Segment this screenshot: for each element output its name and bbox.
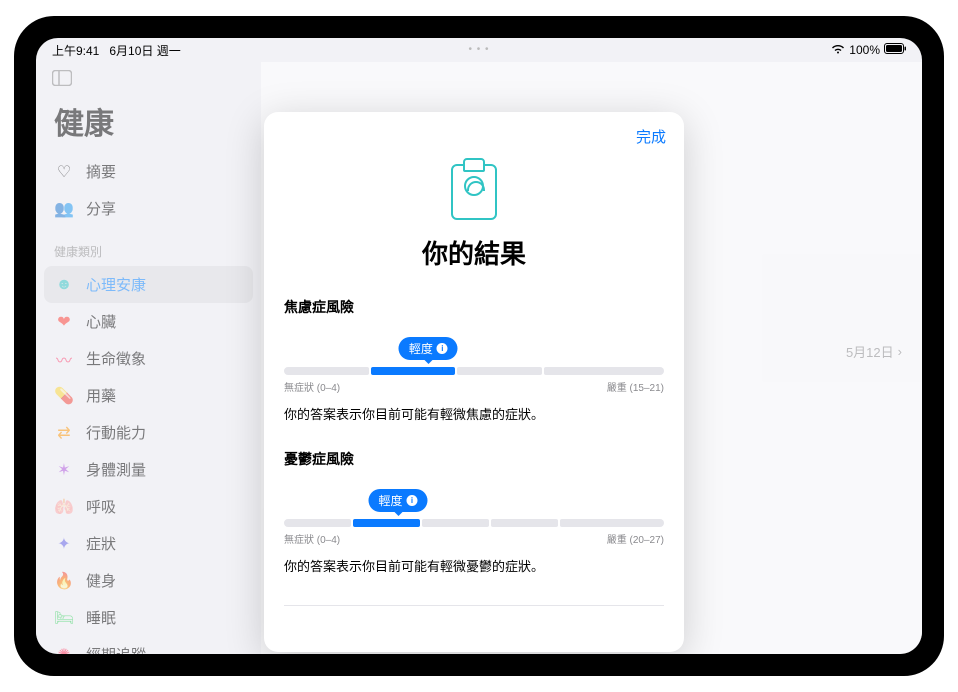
heart-icon: ❤︎ (54, 312, 74, 332)
divider (284, 605, 664, 606)
sidebar-item-sharing[interactable]: 👥 分享 (36, 190, 261, 227)
status-date: 6月10日 週一 (109, 44, 180, 58)
brain-icon: ☻ (54, 275, 74, 295)
depression-scale-labels: 無症狀 (0–4) 嚴重 (20–27) (284, 531, 664, 546)
sidebar-item-summary[interactable]: ♡ 摘要 (36, 153, 261, 190)
status-right: 100% (831, 43, 906, 57)
screen: 上午9:41 6月10日 週一 • • • 100% (36, 38, 922, 654)
depression-seg-modsevere (491, 519, 558, 527)
symptoms-icon: ✦ (54, 534, 74, 554)
sidebar-item-sleep[interactable]: 🛏 睡眠 (36, 599, 261, 636)
sidebar-item-fitness[interactable]: 🔥 健身 (36, 562, 261, 599)
clipboard-brain-icon (451, 164, 497, 220)
people-icon: 👥 (54, 199, 74, 219)
mobility-icon: ⇄ (54, 423, 74, 443)
sidebar-item-cycle[interactable]: ✺ 經期追蹤 (36, 636, 261, 654)
heart-outline-icon: ♡ (54, 162, 74, 182)
sidebar-item-label: 用藥 (86, 385, 116, 406)
sidebar-item-label: 生命徵象 (86, 348, 146, 369)
sidebar-item-body[interactable]: ✶ 身體測量 (36, 451, 261, 488)
sidebar-item-label: 呼吸 (86, 496, 116, 517)
modal-header: 你的結果 (284, 164, 664, 271)
sidebar-item-label: 睡眠 (86, 607, 116, 628)
sidebar-item-label: 心臟 (86, 311, 116, 332)
depression-track (284, 519, 664, 527)
depression-low-label: 無症狀 (0–4) (284, 531, 340, 546)
anxiety-track (284, 367, 664, 375)
anxiety-badge-wrap: 輕度 i (284, 337, 664, 361)
sidebar-item-symptoms[interactable]: ✦ 症狀 (36, 525, 261, 562)
results-modal: 完成 你的結果 焦慮症風險 輕度 i (264, 112, 684, 652)
status-time: 上午9:41 (52, 44, 99, 58)
battery-percent: 100% (849, 43, 880, 57)
date-label: 5月12日 (846, 342, 894, 361)
depression-description: 你的答案表示你目前可能有輕微憂鬱的症狀。 (284, 556, 664, 575)
anxiety-low-label: 無症狀 (0–4) (284, 379, 340, 394)
info-icon: i (437, 343, 448, 354)
depression-seg-moderate (422, 519, 489, 527)
sidebar-item-label: 身體測量 (86, 459, 146, 480)
lungs-icon: 🫁 (54, 497, 74, 517)
date-row[interactable]: 5月12日 › (846, 342, 902, 361)
sidebar-item-label: 摘要 (86, 161, 116, 182)
anxiety-title: 焦慮症風險 (284, 297, 664, 317)
sidebar-item-label: 經期追蹤 (86, 644, 146, 654)
body-icon: ✶ (54, 460, 74, 480)
sidebar-item-respiratory[interactable]: 🫁 呼吸 (36, 488, 261, 525)
status-bar: 上午9:41 6月10日 週一 • • • 100% (36, 38, 922, 62)
anxiety-seg-none (284, 367, 369, 375)
sidebar-item-label: 症狀 (86, 533, 116, 554)
sidebar-item-label: 健身 (86, 570, 116, 591)
sidebar-item-mental[interactable]: ☻ 心理安康 (44, 266, 253, 303)
anxiety-high-label: 嚴重 (15–21) (607, 379, 664, 394)
sidebar-toggle-icon[interactable] (36, 70, 261, 99)
depression-badge[interactable]: 輕度 i (368, 489, 427, 512)
info-icon: i (407, 495, 418, 506)
sidebar-section-label: 健康類別 (36, 227, 261, 266)
pill-icon: 💊 (54, 386, 74, 406)
depression-badge-wrap: 輕度 i (284, 489, 664, 513)
chevron-right-icon: › (898, 344, 902, 359)
status-left: 上午9:41 6月10日 週一 (52, 42, 181, 59)
depression-section: 憂鬱症風險 輕度 i 無症狀 (284, 449, 664, 575)
anxiety-badge-label: 輕度 (409, 340, 433, 357)
vitals-icon: 〰 (54, 349, 74, 369)
anxiety-description: 你的答案表示你目前可能有輕微焦慮的症狀。 (284, 404, 664, 423)
battery-icon (884, 43, 906, 57)
device-frame: 上午9:41 6月10日 週一 • • • 100% (14, 16, 944, 676)
sidebar-item-vitals[interactable]: 〰 生命徵象 (36, 340, 261, 377)
modal-title: 你的結果 (284, 234, 664, 271)
done-button[interactable]: 完成 (636, 126, 666, 147)
anxiety-scale-labels: 無症狀 (0–4) 嚴重 (15–21) (284, 379, 664, 394)
sidebar-item-mobility[interactable]: ⇄ 行動能力 (36, 414, 261, 451)
anxiety-badge[interactable]: 輕度 i (399, 337, 458, 360)
multitask-grabber-icon[interactable]: • • • (468, 44, 489, 55)
depression-seg-severe (560, 519, 664, 527)
anxiety-seg-severe (544, 367, 664, 375)
bed-icon: 🛏 (54, 608, 74, 628)
sidebar-item-label: 分享 (86, 198, 116, 219)
wifi-icon (831, 43, 845, 57)
sidebar: 健康 ♡ 摘要 👥 分享 健康類別 ☻ 心理安康 ❤︎ 心臟 (36, 62, 261, 654)
sidebar-item-label: 行動能力 (86, 422, 146, 443)
anxiety-seg-mild (371, 367, 456, 375)
depression-badge-label: 輕度 (378, 492, 402, 509)
sidebar-item-heart[interactable]: ❤︎ 心臟 (36, 303, 261, 340)
depression-seg-none (284, 519, 351, 527)
content-area: 健康 ♡ 摘要 👥 分享 健康類別 ☻ 心理安康 ❤︎ 心臟 (36, 62, 922, 654)
anxiety-seg-moderate (457, 367, 542, 375)
sidebar-item-label: 心理安康 (86, 274, 146, 295)
sidebar-item-medication[interactable]: 💊 用藥 (36, 377, 261, 414)
depression-seg-mild (353, 519, 420, 527)
anxiety-section: 焦慮症風險 輕度 i 無症狀 (0–4) (284, 297, 664, 423)
cycle-icon: ✺ (54, 645, 74, 655)
flame-icon: 🔥 (54, 571, 74, 591)
depression-title: 憂鬱症風險 (284, 449, 664, 469)
depression-high-label: 嚴重 (20–27) (607, 531, 664, 546)
app-title: 健康 (36, 99, 261, 153)
